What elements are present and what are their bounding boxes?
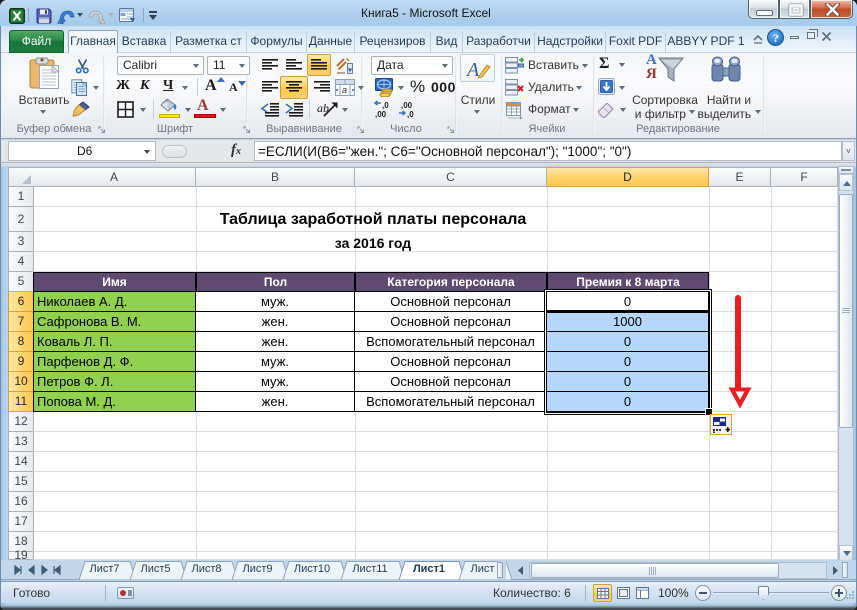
svg-text:,00: ,00 xyxy=(375,110,387,119)
svg-text:,00: ,00 xyxy=(401,101,413,110)
svg-text:,0: ,0 xyxy=(382,101,389,110)
svg-text:a: a xyxy=(342,85,347,95)
svg-text:,0: ,0 xyxy=(407,110,414,119)
